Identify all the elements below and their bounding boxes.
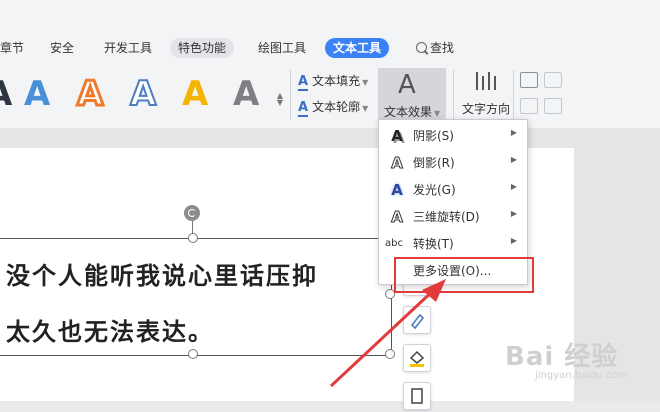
chevron-right-icon: ▶ <box>510 182 517 191</box>
shadow-icon: A <box>391 127 403 145</box>
text-fill-icon: A <box>298 74 309 91</box>
align-justify-icon[interactable] <box>544 98 562 114</box>
menu-item-label: 转换(T) <box>413 237 454 251</box>
align-top-icon[interactable] <box>520 72 538 88</box>
highlight-box <box>394 257 534 293</box>
style-blue-icon[interactable]: A <box>24 74 50 114</box>
text-line-2[interactable]: 太久也无法表达。 <box>6 312 214 347</box>
frame-icon[interactable] <box>403 382 431 410</box>
menu-item-label: 三维旋转(D) <box>413 210 480 224</box>
resize-handle-top[interactable] <box>188 233 198 243</box>
style-gold-icon[interactable]: A <box>182 74 208 114</box>
resize-handle-bottom[interactable] <box>188 349 198 359</box>
find-label: 查找 <box>430 41 455 55</box>
3d-rotation-icon: A <box>391 208 404 227</box>
chevron-right-icon: ▶ <box>510 128 517 137</box>
watermark-url: jingyan.baidu.com <box>535 370 628 381</box>
text-direction-button[interactable]: 文字方向 <box>462 100 510 117</box>
ribbon-toolbar: A A A A A A ▲▼ A文本填充▼ A文本轮廓▼ A 文本效果▼ 文字方… <box>0 62 660 129</box>
tab-text-tools[interactable]: 文本工具 <box>325 38 390 58</box>
chevron-right-icon: ▶ <box>510 209 517 218</box>
menu-item-3d-rotation[interactable]: A 三维旋转(D) ▶ <box>379 203 527 230</box>
tab-developer-tools[interactable]: 开发工具 <box>96 38 160 58</box>
divider <box>453 70 454 120</box>
text-direction-icon[interactable] <box>474 70 500 94</box>
align-bottom-icon[interactable] <box>520 98 538 114</box>
transform-icon: abc <box>385 238 403 249</box>
chevron-down-icon: ▼ <box>434 109 441 118</box>
style-gray-icon[interactable]: A <box>233 74 259 114</box>
divider <box>290 70 291 120</box>
menu-item-label: 阴影(S) <box>413 129 454 143</box>
tab-drawing-tools[interactable]: 绘图工具 <box>250 38 314 58</box>
tab-find[interactable]: 查找 <box>408 38 462 58</box>
tab-chapter[interactable]: 章节 <box>0 38 32 58</box>
baidu-watermark: Bai 经验 jingyan.baidu.com <box>505 336 627 381</box>
text-effect-button[interactable]: A 文本效果 ▼ <box>378 68 446 122</box>
search-icon <box>416 42 427 53</box>
menu-item-label: 倒影(R) <box>413 156 455 170</box>
rotate-icon[interactable] <box>184 205 200 221</box>
text-line-1[interactable]: 没个人能听我说心里话压抑 <box>6 256 318 291</box>
style-orange-outline-icon[interactable]: A <box>75 73 104 116</box>
text-effect-label: 文本效果 <box>384 105 433 119</box>
menu-tab-bar: 章节 安全 开发工具 特色功能 绘图工具 文本工具 查找 <box>0 0 660 62</box>
menu-item-glow[interactable]: A 发光(G) ▶ <box>379 176 527 203</box>
text-style-gallery: A A A A A A ▲▼ <box>0 62 290 128</box>
text-effect-icon: A <box>398 70 416 100</box>
text-fill-button[interactable]: A 文本填充 ▼ <box>298 72 369 91</box>
chevron-right-icon: ▶ <box>510 236 517 245</box>
glow-icon: A <box>391 181 403 199</box>
text-outline-label: 文本轮廓 <box>312 100 361 114</box>
menu-item-transform[interactable]: abc 转换(T) ▶ <box>379 230 527 257</box>
chevron-down-icon: ▼ <box>362 104 369 113</box>
reflection-icon: A <box>391 154 404 173</box>
align-middle-icon[interactable] <box>544 72 562 88</box>
divider <box>513 70 514 120</box>
chevron-right-icon: ▶ <box>510 155 517 164</box>
text-outline-button[interactable]: A 文本轮廓 ▼ <box>298 98 369 117</box>
resize-handle-bottom-right[interactable] <box>385 349 395 359</box>
gallery-expand-icon[interactable]: ▲ ▼ <box>275 92 285 107</box>
menu-item-reflection[interactable]: A 倒影(R) ▶ <box>379 149 527 176</box>
watermark-brand: Bai 经验 <box>505 342 619 372</box>
pen-edit-icon[interactable] <box>403 306 431 334</box>
style-blue-outline-icon[interactable]: A <box>129 73 157 115</box>
menu-item-label: 发光(G) <box>413 183 456 197</box>
text-fill-label: 文本填充 <box>312 74 361 88</box>
style-dark-icon[interactable]: A <box>0 74 12 114</box>
menu-item-shadow[interactable]: A 阴影(S) ▶ <box>379 122 527 149</box>
chevron-down-icon: ▼ <box>362 78 369 87</box>
tab-special-features[interactable]: 特色功能 <box>170 38 235 58</box>
tab-security[interactable]: 安全 <box>42 38 82 58</box>
fill-bucket-icon[interactable] <box>403 344 431 372</box>
text-outline-icon: A <box>298 100 309 117</box>
